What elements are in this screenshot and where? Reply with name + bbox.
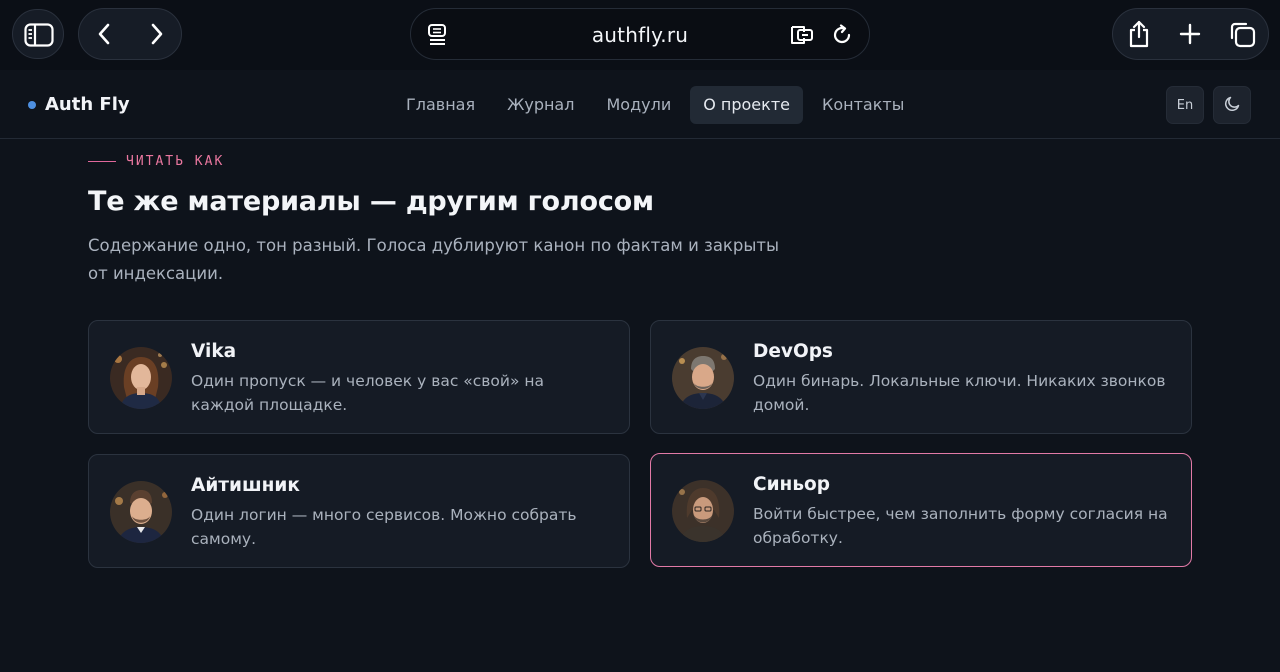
plus-icon[interactable] [1177, 21, 1203, 47]
sidebar-toggle-icon [24, 20, 54, 50]
voice-name: Синьор [753, 474, 830, 495]
moon-icon [1224, 95, 1241, 116]
browser-toolbar: authfly.ru [0, 0, 1280, 70]
nav-item-contacts[interactable]: Контакты [809, 86, 917, 124]
eyebrow-line [88, 161, 116, 162]
nav-item-about[interactable]: О проекте [690, 86, 803, 124]
nav-item-modules[interactable]: Модули [593, 86, 684, 124]
voice-description: Войти быстрее, чем заполнить форму согла… [753, 505, 1168, 547]
voice-card-devops[interactable]: DevOps Один бинарь. Локальные ключи. Ник… [650, 320, 1192, 434]
voice-description: Один пропуск — и человек у вас «свой» на… [191, 372, 545, 414]
sidebar-toggle-button[interactable] [12, 9, 64, 59]
history-navigation [78, 8, 182, 60]
chevron-left-icon[interactable] [91, 21, 117, 47]
voice-card-senior[interactable]: Синьор Войти быстрее, чем заполнить форм… [650, 453, 1192, 567]
reload-icon[interactable] [829, 22, 855, 48]
theme-toggle-button[interactable] [1213, 86, 1251, 124]
nav-item-home[interactable]: Главная [393, 86, 488, 124]
brand-logo[interactable]: Auth Fly [28, 94, 130, 115]
share-icon[interactable] [1125, 19, 1153, 49]
tabs-overview-icon[interactable] [1227, 20, 1257, 48]
voice-name: DevOps [753, 341, 833, 362]
voice-description: Один логин — много сервисов. Можно собра… [191, 506, 577, 548]
voice-card-it-specialist[interactable]: Айтишник Один логин — много сервисов. Мо… [88, 454, 630, 568]
avatar [672, 480, 734, 542]
voice-description: Один бинарь. Локальные ключи. Никаких зв… [753, 372, 1166, 414]
address-bar[interactable]: authfly.ru [410, 8, 870, 60]
main-nav: Главная Журнал Модули О проекте Контакты [393, 86, 917, 124]
toolbar-actions [1112, 8, 1269, 60]
voice-name: Айтишник [191, 475, 300, 496]
eyebrow-text: ЧИТАТЬ КАК [126, 154, 225, 169]
voice-name: Vika [191, 341, 237, 362]
nav-item-journal[interactable]: Журнал [494, 86, 587, 124]
avatar [110, 347, 172, 409]
section-title: Те же материалы — другим голосом [88, 186, 654, 217]
chevron-right-icon[interactable] [144, 21, 170, 47]
language-button[interactable]: En [1166, 86, 1204, 124]
site-header: Auth Fly Главная Журнал Модули О проекте… [0, 70, 1280, 139]
translate-page-icon[interactable] [788, 22, 816, 48]
brand-name: Auth Fly [45, 94, 130, 115]
section-eyebrow: ЧИТАТЬ КАК [88, 154, 224, 169]
voice-card-vika[interactable]: Vika Один пропуск — и человек у вас «сво… [88, 320, 630, 434]
brand-dot-icon [28, 100, 36, 109]
section-lead: Содержание одно, тон разный. Голоса дубл… [88, 236, 780, 283]
avatar [110, 481, 172, 543]
avatar [672, 347, 734, 409]
